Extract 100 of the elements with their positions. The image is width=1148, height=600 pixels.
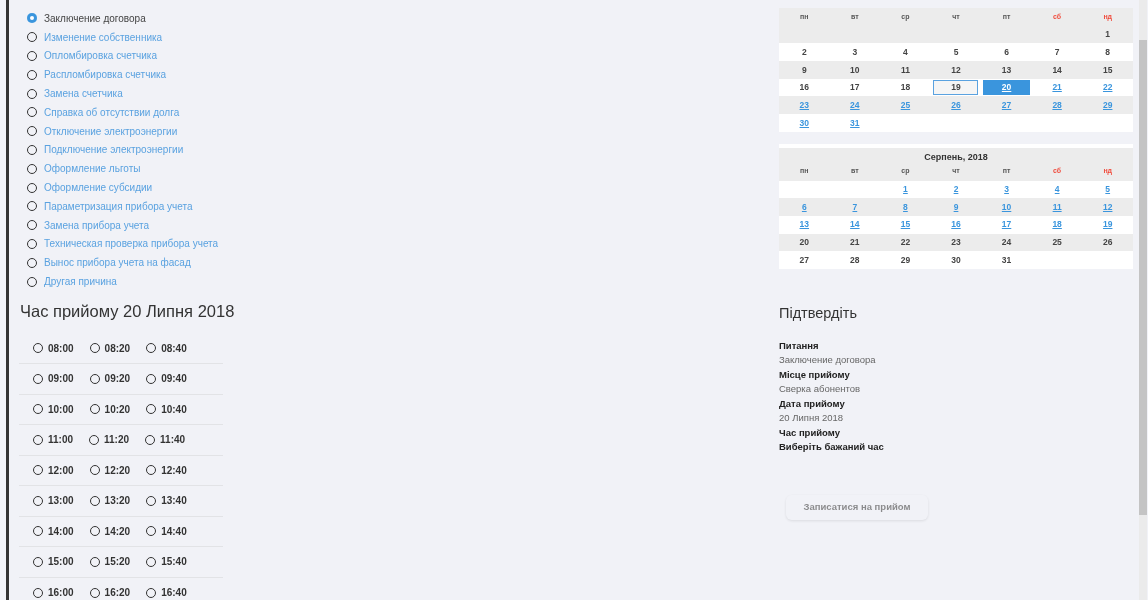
- service-option-label[interactable]: Отключение электроэнергии: [44, 123, 178, 139]
- calendar-day: 17: [850, 81, 860, 94]
- service-option-label[interactable]: Справка об отсутствии долга: [44, 104, 180, 120]
- service-option-label[interactable]: Оформление субсидии: [44, 180, 153, 196]
- time-slot-label[interactable]: 14:40: [161, 523, 187, 539]
- calendar-day: 30: [951, 253, 961, 267]
- calendar-day: 31: [1001, 253, 1012, 267]
- calendar-day[interactable]: 6: [801, 200, 807, 214]
- time-slot-label[interactable]: 16:00: [48, 585, 74, 600]
- time-slot-label[interactable]: 12:40: [161, 462, 187, 478]
- calendar-day: 7: [1054, 45, 1060, 59]
- time-slot-label[interactable]: 08:20: [104, 340, 131, 356]
- time-slot-label[interactable]: 09:20: [104, 371, 131, 387]
- time-slot-label[interactable]: 08:40: [161, 340, 187, 356]
- calendar-day[interactable]: 12: [1102, 200, 1113, 214]
- calendar-day: 28: [850, 253, 860, 267]
- time-slot-label[interactable]: 11:00: [48, 432, 74, 448]
- radio-button[interactable]: [27, 13, 37, 24]
- section-heading: Підтвердіть: [779, 303, 858, 323]
- service-option-label[interactable]: Замена прибора учета: [44, 217, 150, 233]
- calendar-day: 12: [951, 63, 961, 77]
- calendar-day[interactable]: 5: [1105, 182, 1111, 196]
- time-slot-label[interactable]: 08:00: [48, 340, 74, 356]
- calendar-day[interactable]: 16: [951, 218, 961, 232]
- time-slot-label[interactable]: 12:00: [48, 462, 74, 478]
- calendar-day[interactable]: 15: [900, 218, 911, 232]
- calendar-day: 16: [799, 81, 809, 94]
- calendar-day[interactable]: 17: [1001, 218, 1012, 232]
- calendar-day: 11: [900, 63, 910, 77]
- calendar-day[interactable]: 11: [1052, 200, 1062, 214]
- time-slot-label[interactable]: 12:20: [104, 462, 131, 478]
- calendar-day[interactable]: 23: [799, 98, 809, 112]
- summary-prompt: Виберіть бажаний час: [779, 440, 885, 455]
- time-slot-label[interactable]: 15:00: [48, 554, 74, 570]
- service-option-label[interactable]: Распломбировка счетчика: [44, 67, 167, 83]
- time-slot-label[interactable]: 11:40: [160, 432, 186, 448]
- time-slot-label[interactable]: 09:00: [48, 371, 74, 387]
- scrollbar[interactable]: [1139, 0, 1147, 600]
- time-slot-label[interactable]: 16:40: [161, 585, 187, 600]
- calendar-day: 4: [903, 45, 908, 59]
- time-slot-label[interactable]: 10:40: [161, 401, 187, 417]
- calendar-day: 29: [900, 253, 911, 267]
- calendar-day: 14: [1052, 63, 1062, 77]
- service-option-label[interactable]: Подключение электроэнергии: [44, 142, 184, 158]
- calendar-day: 21: [850, 236, 860, 249]
- calendar-day[interactable]: 3: [1004, 182, 1009, 196]
- calendar-day[interactable]: 13: [799, 218, 809, 232]
- service-option-label[interactable]: Параметризация прибора учета: [44, 198, 193, 214]
- calendar-day[interactable]: 20: [983, 80, 1031, 96]
- calendar-day[interactable]: 18: [1052, 218, 1062, 232]
- time-slot-label[interactable]: 14:20: [104, 523, 131, 539]
- calendar-day[interactable]: 14: [850, 218, 860, 232]
- time-slot-label[interactable]: 14:00: [48, 523, 74, 539]
- calendar-day[interactable]: 26: [951, 98, 961, 112]
- calendar-day[interactable]: 24: [850, 98, 860, 112]
- time-slot-label[interactable]: 11:20: [104, 432, 130, 448]
- calendar-day[interactable]: 25: [900, 98, 911, 112]
- calendar-day[interactable]: 9: [953, 200, 959, 214]
- service-option-label[interactable]: Оформление льготы: [44, 161, 141, 177]
- calendar-day[interactable]: 4: [1054, 182, 1060, 196]
- service-option-label[interactable]: Вынос прибора учета на фасад: [44, 255, 191, 271]
- calendar-day[interactable]: 1: [903, 182, 908, 196]
- summary-value: 20 Липня 2018: [779, 411, 845, 426]
- summary-label: Час прийому: [779, 425, 841, 440]
- service-option-label[interactable]: Опломбировка счетчика: [44, 48, 157, 64]
- calendar-day[interactable]: 21: [1052, 81, 1062, 94]
- service-option-label[interactable]: Другая причина: [44, 274, 117, 290]
- calendar-day: 6: [1004, 45, 1009, 59]
- service-option-label[interactable]: Замена счетчика: [44, 86, 123, 102]
- time-slot-label[interactable]: 13:20: [104, 493, 131, 509]
- calendar-day[interactable]: 22: [1102, 81, 1113, 94]
- time-slot-label[interactable]: 10:00: [48, 401, 74, 417]
- time-slot-label[interactable]: 13:40: [161, 493, 187, 509]
- calendar-day: 20: [799, 236, 809, 249]
- calendar-day: 9: [801, 63, 807, 77]
- calendar-day[interactable]: 29: [1102, 98, 1113, 112]
- calendar-day[interactable]: 31: [850, 116, 860, 130]
- summary-value: Сверка абонентов: [779, 382, 861, 397]
- calendar-day[interactable]: 10: [1001, 200, 1012, 214]
- calendar-day[interactable]: 28: [1052, 98, 1062, 112]
- time-slot-label[interactable]: 15:20: [104, 554, 131, 570]
- calendar-day[interactable]: 8: [903, 200, 908, 214]
- service-option-label[interactable]: Техническая проверка прибора учета: [44, 236, 219, 252]
- time-slot-label[interactable]: 10:20: [104, 401, 131, 417]
- service-option-label[interactable]: Изменение собственника: [44, 29, 163, 45]
- calendar-day: 3: [852, 45, 858, 59]
- calendar-day: 15: [1102, 63, 1113, 77]
- calendar-day[interactable]: 7: [852, 200, 858, 214]
- calendar-day[interactable]: 2: [953, 182, 959, 196]
- calendar-day: 19: [933, 80, 979, 96]
- summary-label: Дата прийому: [779, 396, 846, 411]
- calendar-day[interactable]: 19: [1102, 218, 1113, 232]
- service-option-label[interactable]: Заключение договора: [44, 10, 146, 26]
- calendar-day[interactable]: 30: [799, 116, 809, 130]
- time-slot-label[interactable]: 13:00: [48, 493, 74, 509]
- time-slot-label[interactable]: 16:20: [104, 585, 131, 600]
- time-slot-label[interactable]: 15:40: [161, 554, 187, 570]
- calendar-day[interactable]: 27: [1001, 98, 1012, 112]
- summary-label: Місце прийому: [779, 367, 851, 382]
- time-slot-label[interactable]: 09:40: [161, 371, 187, 387]
